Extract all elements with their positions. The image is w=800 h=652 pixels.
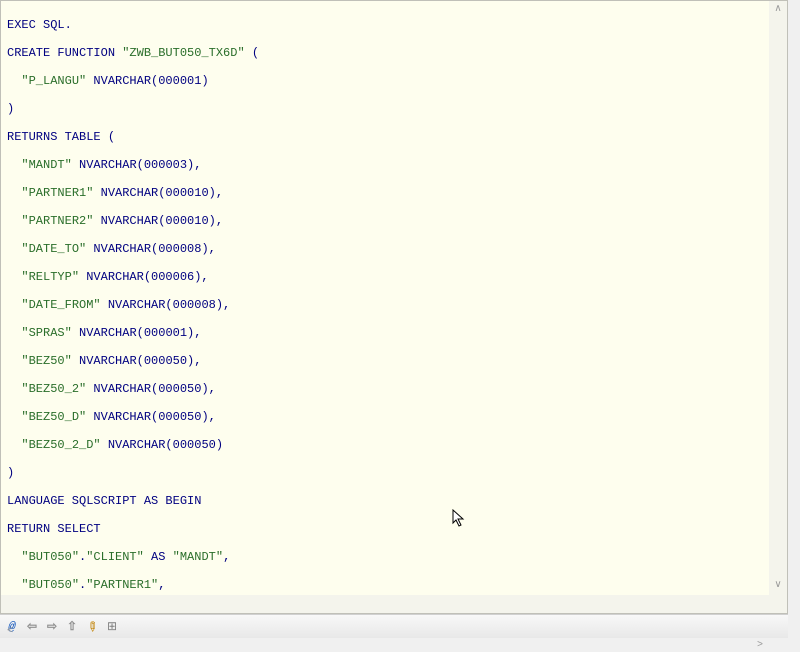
scroll-right-icon[interactable]: > [751,637,769,652]
vertical-scrollbar[interactable]: ∧ ∨ [769,1,787,595]
scroll-down-icon[interactable]: ∨ [769,577,787,595]
tree-icon[interactable]: ⊞ [104,619,120,635]
scroll-corner [769,595,787,613]
code-line: EXEC SQL. [7,18,72,32]
wand-icon[interactable]: ✎ [81,615,104,638]
scroll-up-icon[interactable]: ∧ [769,1,787,19]
status-toolbar: @ ⇦ ⇨ ⇧ ✎ ⊞ [0,614,788,638]
nav-out-icon[interactable]: ⇧ [64,619,80,635]
horizontal-scrollbar[interactable]: < > [1,595,769,613]
nav-forward-icon[interactable]: ⇨ [44,619,60,635]
code-content[interactable]: EXEC SQL. CREATE FUNCTION "ZWB_BUT050_TX… [7,4,769,595]
scroll-left-icon[interactable]: < [1,623,19,641]
code-editor[interactable]: EXEC SQL. CREATE FUNCTION "ZWB_BUT050_TX… [0,0,788,614]
